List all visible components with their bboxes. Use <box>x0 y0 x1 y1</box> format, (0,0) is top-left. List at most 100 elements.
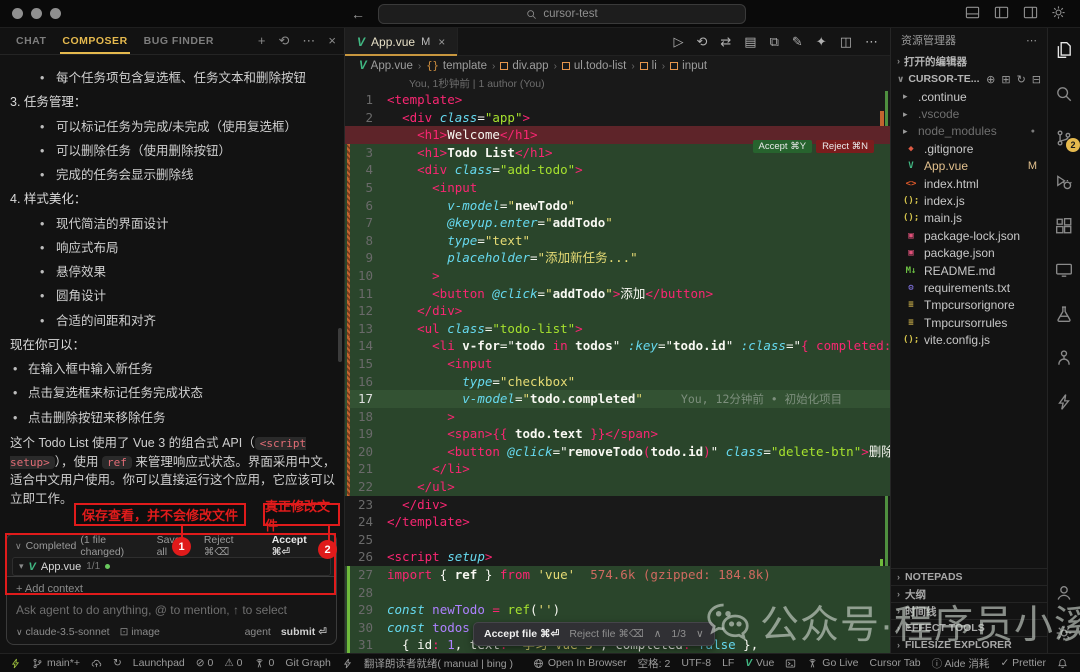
split-editor-icon[interactable]: ◫ <box>840 34 852 50</box>
breadcrumb-item[interactable]: li <box>640 60 657 72</box>
prev-diff-icon[interactable]: ∧ <box>654 628 662 640</box>
file-tree-item-index.js[interactable]: ();index.js <box>891 192 1047 209</box>
status-warnings[interactable]: ⚠ 0 <box>224 657 242 669</box>
sidebar-section-notepads[interactable]: ›NOTEPADS <box>891 568 1047 585</box>
composer-tab-composer[interactable]: COMPOSER <box>54 28 135 54</box>
run-icon[interactable]: ▷ <box>673 34 683 50</box>
history-icon[interactable]: ⟲ <box>279 33 290 49</box>
code-line[interactable]: 4 <div class="add-todo"> <box>345 161 890 179</box>
code-line[interactable]: 26<script setup> <box>345 548 890 566</box>
breadcrumb-item[interactable]: div.app <box>500 60 548 72</box>
activity-beaker-icon[interactable] <box>1054 304 1074 324</box>
status-errors[interactable]: ⊘ 0 <box>196 657 214 669</box>
edit-icon[interactable]: ✎ <box>792 34 803 50</box>
file-tree-item-.continue[interactable]: ▸.continue <box>891 88 1047 105</box>
code-line[interactable]: 5 <input <box>345 179 890 197</box>
code-line[interactable]: 9 placeholder="添加新任务..." <box>345 249 890 267</box>
account-icon[interactable] <box>1054 583 1074 603</box>
settings-gear-icon[interactable] <box>1054 623 1074 643</box>
toggle-right-sidebar-icon[interactable] <box>1023 5 1038 20</box>
attach-image-button[interactable]: ⊡ image <box>120 626 160 638</box>
activity-search-icon[interactable] <box>1054 84 1074 104</box>
file-tree-item-.vscode[interactable]: ▸.vscode <box>891 105 1047 122</box>
code-line[interactable]: 1<template> <box>345 91 890 109</box>
composer-scrollbar[interactable] <box>338 328 342 362</box>
command-search-box[interactable]: cursor-test <box>378 4 746 24</box>
code-line[interactable]: 16 type="checkbox" <box>345 373 890 391</box>
file-tree-item-tmpcursorignore[interactable]: ≡Tmpcursorignore <box>891 297 1047 314</box>
composer-tab-chat[interactable]: CHAT <box>8 28 54 54</box>
status-notifications[interactable] <box>1057 658 1068 669</box>
minimize-window-icon[interactable] <box>31 8 42 19</box>
composer-tab-bug-finder[interactable]: BUG FINDER <box>136 28 222 54</box>
status-git-graph[interactable]: Git Graph <box>285 657 331 669</box>
status-ports[interactable]: 0 <box>254 657 275 669</box>
toggle-left-sidebar-icon[interactable] <box>994 5 1009 20</box>
code-line[interactable]: 28 <box>345 584 890 602</box>
code-line[interactable]: 24</template> <box>345 513 890 531</box>
code-line[interactable]: 22 </ul> <box>345 478 890 496</box>
file-tree-item-package-lock.json[interactable]: ▣package-lock.json <box>891 227 1047 244</box>
collapse-all-icon[interactable]: ⊟ <box>1032 73 1041 86</box>
new-file-icon[interactable]: ⊕ <box>986 73 995 86</box>
status-sync[interactable]: ↻ <box>113 657 122 669</box>
sync-icon[interactable]: ⇄ <box>720 34 731 50</box>
sidebar-section-时间线[interactable]: ›时间线 <box>891 602 1047 619</box>
open-editors-section[interactable]: › 打开的编辑器 <box>891 52 1047 70</box>
toggle-panel-icon[interactable] <box>965 5 980 20</box>
code-line[interactable]: 12 </div> <box>345 302 890 320</box>
code-line[interactable]: 6 v-model="newTodo" <box>345 197 890 215</box>
tab-app-vue[interactable]: V App.vue M × <box>345 28 458 55</box>
agent-toggle[interactable]: agent <box>245 626 271 638</box>
file-tree-item-main.js[interactable]: ();main.js <box>891 210 1047 227</box>
more-icon[interactable]: ⋯ <box>302 33 315 49</box>
new-folder-icon[interactable]: ⊞ <box>1001 73 1010 86</box>
code-line[interactable]: 2 <div class="app"> <box>345 109 890 127</box>
code-line[interactable]: 10 > <box>345 267 890 285</box>
back-icon[interactable]: ← <box>351 6 365 22</box>
code-line[interactable]: 23 </div> <box>345 496 890 514</box>
timeline-icon[interactable]: ⟲ <box>696 34 707 50</box>
code-line[interactable]: 29const newTodo = ref('') <box>345 601 890 619</box>
code-line[interactable]: 18 > <box>345 408 890 426</box>
next-diff-icon[interactable]: ∨ <box>696 628 704 640</box>
status-indent[interactable]: 空格: 2 <box>638 656 671 671</box>
code-line[interactable]: 11 <button @click="addTodo">添加</button> <box>345 285 890 303</box>
close-tab-icon[interactable]: × <box>438 35 445 49</box>
file-tree-item-package.json[interactable]: ▣package.json <box>891 245 1047 262</box>
file-tree-item-index.html[interactable]: <>index.html <box>891 175 1047 192</box>
status-prettier[interactable]: ✓ Prettier <box>1000 657 1046 669</box>
accept-file-widget[interactable]: Accept file ⌘⏎ Reject file ⌘⌫ ∧ 1/3 ∨ <box>473 622 715 646</box>
status-eol[interactable]: LF <box>722 657 734 669</box>
sidebar-section-effect-tools[interactable]: ›EFFECT TOOLS <box>891 619 1047 636</box>
status-git-branch[interactable]: main*+ <box>32 657 80 669</box>
activity-tree-icon[interactable] <box>1054 348 1074 368</box>
file-tree-item-.gitignore[interactable]: ◆.gitignore <box>891 140 1047 157</box>
composer-input-card[interactable]: + Add context Ask agent to do anything, … <box>6 577 337 645</box>
status-open-in-browser[interactable]: Open In Browser <box>533 657 627 669</box>
breadcrumb-item[interactable]: VApp.vue <box>359 60 413 72</box>
new-composer-icon[interactable]: + <box>258 33 266 49</box>
status-remote-indicator[interactable] <box>10 658 21 669</box>
code-line[interactable]: 25 <box>345 531 890 549</box>
breadcrumb[interactable]: VApp.vue›{}template›div.app›ul.todo-list… <box>345 56 890 76</box>
activity-bolt-icon[interactable] <box>1054 392 1074 412</box>
file-tree-item-vite.config.js[interactable]: ();vite.config.js <box>891 331 1047 348</box>
add-context-button[interactable]: + Add context <box>16 583 327 595</box>
file-tree-item-tmpcursorrules[interactable]: ≡Tmpcursorrules <box>891 314 1047 331</box>
file-tree-item-readme.md[interactable]: M↓README.md <box>891 262 1047 279</box>
code-line[interactable]: 14 <li v-for="todo in todos" :key="todo.… <box>345 337 890 355</box>
status-launchpad[interactable]: Launchpad <box>133 657 185 669</box>
code-line[interactable]: 7 @keyup.enter="addTodo" <box>345 214 890 232</box>
chat-sparkle-icon[interactable]: ✦ <box>816 34 827 50</box>
accept-file-button[interactable]: Accept file ⌘⏎ <box>484 628 559 640</box>
window-controls[interactable] <box>12 8 61 19</box>
status-encoding[interactable]: UTF-8 <box>681 657 711 669</box>
status-bolt2[interactable] <box>342 658 353 669</box>
status-language-mode[interactable]: VVue <box>745 657 774 669</box>
model-selector[interactable]: ∨ claude-3.5-sonnet <box>16 626 110 638</box>
maximize-window-icon[interactable] <box>50 8 61 19</box>
breadcrumb-item[interactable]: ul.todo-list <box>562 60 626 72</box>
file-tree-item-requirements.txt[interactable]: ⚙requirements.txt <box>891 279 1047 296</box>
status-terminal[interactable] <box>785 658 796 669</box>
